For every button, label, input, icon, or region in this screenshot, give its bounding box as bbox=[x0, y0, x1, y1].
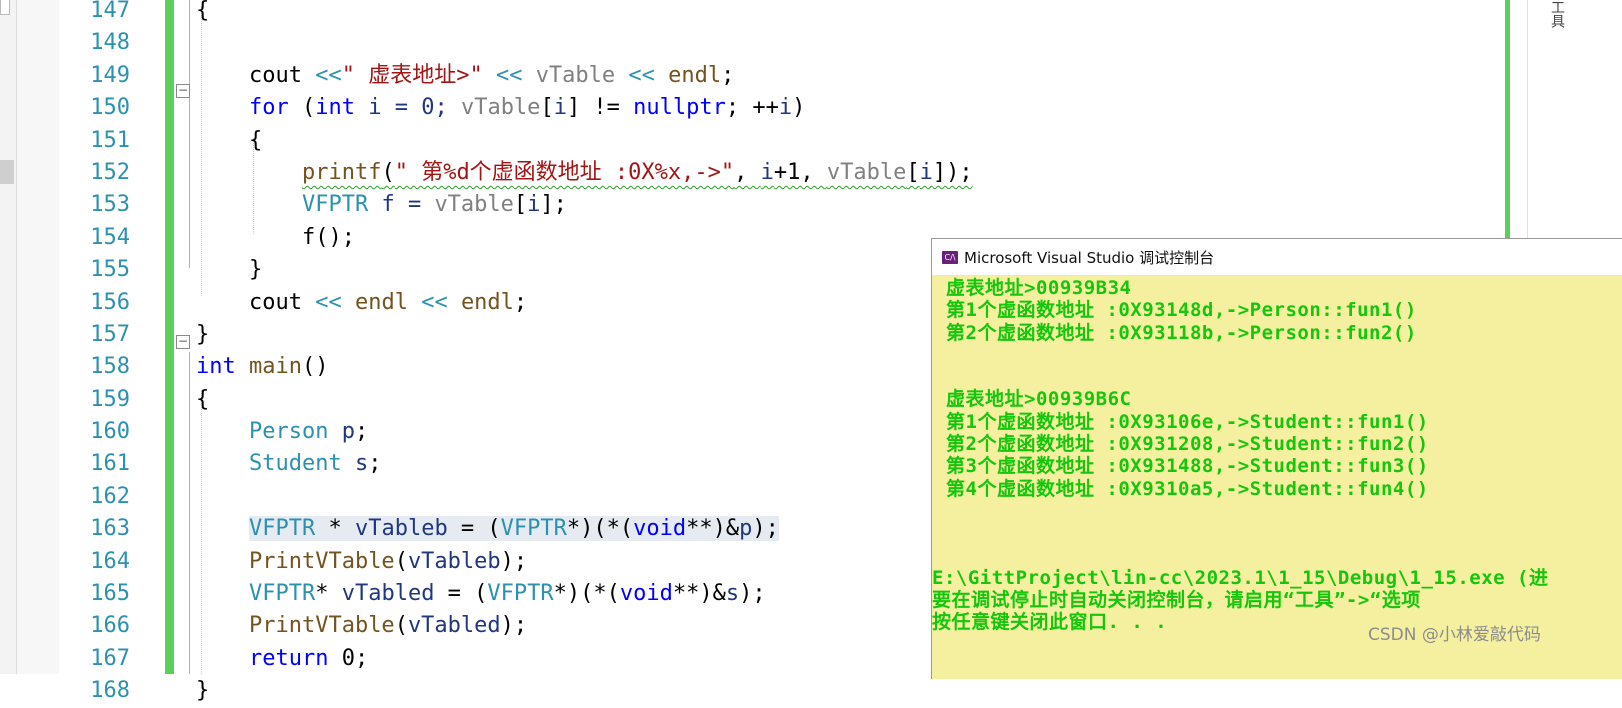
line-number: 150 bbox=[90, 95, 130, 121]
code-line: { bbox=[248, 127, 263, 153]
code-line: PrintVTable(vTabled); bbox=[248, 613, 528, 639]
line-number: 161 bbox=[90, 451, 130, 477]
panel-edge-marker bbox=[0, 0, 10, 15]
console-title: Microsoft Visual Studio 调试控制台 bbox=[964, 248, 1215, 267]
line-number: 164 bbox=[90, 548, 130, 574]
code-line: PrintVTable(vTableb); bbox=[248, 548, 528, 574]
code-line: { bbox=[196, 386, 210, 412]
code-line: cout << endl << endl; bbox=[248, 289, 528, 315]
collapse-icon[interactable]: − bbox=[176, 84, 190, 98]
line-number: 151 bbox=[90, 127, 130, 153]
line-number-gutter: 147 148 149 150 151 152 153 154 155 156 … bbox=[60, 0, 130, 708]
code-line: return 0; bbox=[248, 645, 369, 671]
code-line: } bbox=[196, 678, 210, 704]
debug-console-window[interactable]: C/\ Microsoft Visual Studio 调试控制台 虚表地址>0… bbox=[931, 238, 1622, 679]
line-number: 148 bbox=[90, 30, 130, 56]
code-line: for (int i = 0; vTable[i] != nullptr; ++… bbox=[248, 95, 806, 121]
collapse-icon[interactable]: − bbox=[176, 335, 190, 349]
line-number: 156 bbox=[90, 289, 130, 315]
code-line: } bbox=[248, 257, 263, 283]
console-line: 虚表地址>00939B34 bbox=[946, 277, 1132, 299]
console-line: 要在调试停止时自动关闭控制台，请启用“工具”->“选项 bbox=[932, 589, 1421, 612]
line-number: 167 bbox=[90, 645, 130, 671]
code-line: VFPTR f = vTable[i]; bbox=[301, 192, 567, 218]
toolbox-tab[interactable]: 工具 bbox=[1537, 0, 1567, 40]
code-line: VFPTR * vTableb = (VFPTR*)(*(void**)&p); bbox=[196, 513, 973, 545]
code-line: cout <<" 虚表地址>" << vTable << endl; bbox=[248, 62, 735, 88]
line-number: 154 bbox=[90, 224, 130, 250]
line-number: 157 bbox=[90, 321, 130, 347]
line-number: 152 bbox=[90, 159, 130, 185]
console-output: 虚表地址>00939B34 第1个虚函数地址 :0X93148d,->Perso… bbox=[932, 276, 1622, 634]
line-number: 153 bbox=[90, 192, 130, 218]
fold-guide-line bbox=[189, 352, 190, 674]
line-number: 149 bbox=[90, 62, 130, 88]
console-line: 第4个虚函数地址 :0X9310a5,->Student::fun4() bbox=[946, 477, 1429, 500]
code-line: Student s; bbox=[248, 451, 382, 477]
editor-margin bbox=[17, 0, 59, 674]
code-line: VFPTR* vTabled = (VFPTR*)(*(void**)&s); bbox=[248, 581, 766, 607]
console-line: 第3个虚函数地址 :0X931488,->Student::fun3() bbox=[946, 455, 1429, 478]
code-line: Person p; bbox=[248, 419, 369, 445]
selection-highlight: VFPTR * vTableb = (VFPTR*)(*(void**)&p); bbox=[248, 516, 779, 542]
console-line: E:\GittProject\lin-cc\2023.1\1_15\Debug\… bbox=[932, 566, 1549, 589]
change-tracking-bar bbox=[165, 0, 174, 674]
scroll-marker[interactable] bbox=[0, 160, 14, 184]
code-line: int main() bbox=[196, 354, 329, 380]
fold-guide-line bbox=[189, 0, 190, 268]
line-number: 165 bbox=[90, 581, 130, 607]
line-number: 155 bbox=[90, 257, 130, 283]
console-line: 第2个虚函数地址 :0X931208,->Student::fun2() bbox=[946, 433, 1429, 456]
console-app-icon: C/\ bbox=[942, 250, 958, 264]
line-number: 162 bbox=[90, 483, 130, 509]
console-line: 虚表地址>00939B6C bbox=[946, 388, 1132, 411]
code-editor[interactable]: { cout <<" 虚表地址>" << vTable << endl; for… bbox=[196, 0, 973, 708]
code-line: { bbox=[196, 0, 210, 23]
left-panel-strip bbox=[0, 0, 17, 674]
line-number: 166 bbox=[90, 613, 130, 639]
line-number: 160 bbox=[90, 419, 130, 445]
console-line: 第2个虚函数地址 :0X93118b,->Person::fun2() bbox=[946, 321, 1417, 344]
code-line: f(); bbox=[301, 224, 355, 250]
watermark: CSDN @小林爱敲代码 bbox=[1368, 625, 1541, 645]
line-number: 159 bbox=[90, 386, 130, 412]
console-line: 第1个虚函数地址 :0X93148d,->Person::fun1() bbox=[946, 299, 1417, 322]
code-line: } bbox=[196, 321, 210, 347]
console-title-bar[interactable]: C/\ Microsoft Visual Studio 调试控制台 bbox=[932, 239, 1622, 276]
line-number: 147 bbox=[90, 0, 130, 23]
code-line: printf(" 第%d个虚函数地址 :0X%x,->", i+1, vTabl… bbox=[301, 159, 973, 185]
line-number: 163 bbox=[90, 516, 130, 542]
line-number: 158 bbox=[90, 354, 130, 380]
line-number: 168 bbox=[90, 678, 130, 704]
console-line: 第1个虚函数地址 :0X93106e,->Student::fun1() bbox=[946, 410, 1429, 433]
